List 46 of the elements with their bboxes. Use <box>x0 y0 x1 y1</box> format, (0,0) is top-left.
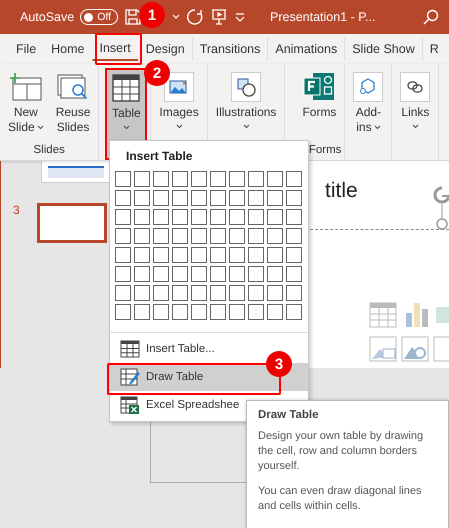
caret-icon <box>176 124 183 129</box>
image-icon <box>164 72 194 102</box>
excel-table-icon <box>120 396 140 414</box>
caret-icon[interactable] <box>172 14 180 20</box>
table-icon <box>111 73 142 103</box>
group-label: Slides <box>34 144 65 158</box>
slide-thumbnail[interactable] <box>37 203 107 243</box>
ribbon-tab[interactable]: Insert <box>92 37 138 61</box>
ribbon-tab[interactable]: Home <box>43 37 92 61</box>
link-icon <box>400 72 430 102</box>
tooltip-text: You can even draw diagonal lines and cells within cells. <box>258 484 422 514</box>
presenter-icon[interactable] <box>210 8 228 26</box>
title-placeholder[interactable]: title <box>325 179 358 203</box>
slide-number: 3 <box>13 203 21 217</box>
forms-icon <box>303 72 336 102</box>
ribbon-button[interactable]: Reuse Slides <box>50 68 96 144</box>
caret-icon <box>36 125 44 130</box>
table-icon <box>120 340 140 358</box>
caret-icon <box>242 124 250 129</box>
ribbon-tab[interactable]: Animations <box>267 37 344 61</box>
ribbon-tab[interactable]: Slide Show <box>344 37 422 61</box>
ribbon-tab[interactable]: File <box>8 37 44 61</box>
ribbon-tab[interactable]: Design <box>138 37 192 61</box>
autosave-toggle[interactable]: Off <box>80 9 118 25</box>
redo-icon[interactable] <box>186 8 204 26</box>
ribbon-button[interactable]: New Slide <box>3 68 49 144</box>
shapes-icon <box>231 72 262 102</box>
new-slide-icon <box>8 72 43 102</box>
ribbon-button[interactable]: Links <box>395 68 436 160</box>
ribbon-tab[interactable]: R <box>422 37 446 61</box>
customize-icon[interactable] <box>234 12 246 22</box>
autosave-label: AutoSave <box>20 10 74 24</box>
save-icon[interactable] <box>124 8 142 26</box>
caret-icon <box>374 125 381 130</box>
tooltip-text: Design your own table by drawing the cell, row and column borders yourself. <box>258 429 424 474</box>
ribbon-tab[interactable]: Transitions <box>192 37 268 61</box>
tooltip-title: Draw Table <box>258 409 320 421</box>
pencil-table-icon <box>120 368 140 386</box>
caret-icon <box>122 125 130 130</box>
ribbon-button[interactable]: Forms <box>297 68 342 144</box>
group-label: Forms <box>308 144 342 158</box>
highlight-frame <box>95 33 142 65</box>
ribbon-button[interactable]: Add- ins <box>348 68 388 160</box>
search-icon[interactable] <box>423 9 439 25</box>
caret-icon <box>412 124 419 129</box>
document-title: Presentation1 - P... <box>270 10 376 24</box>
